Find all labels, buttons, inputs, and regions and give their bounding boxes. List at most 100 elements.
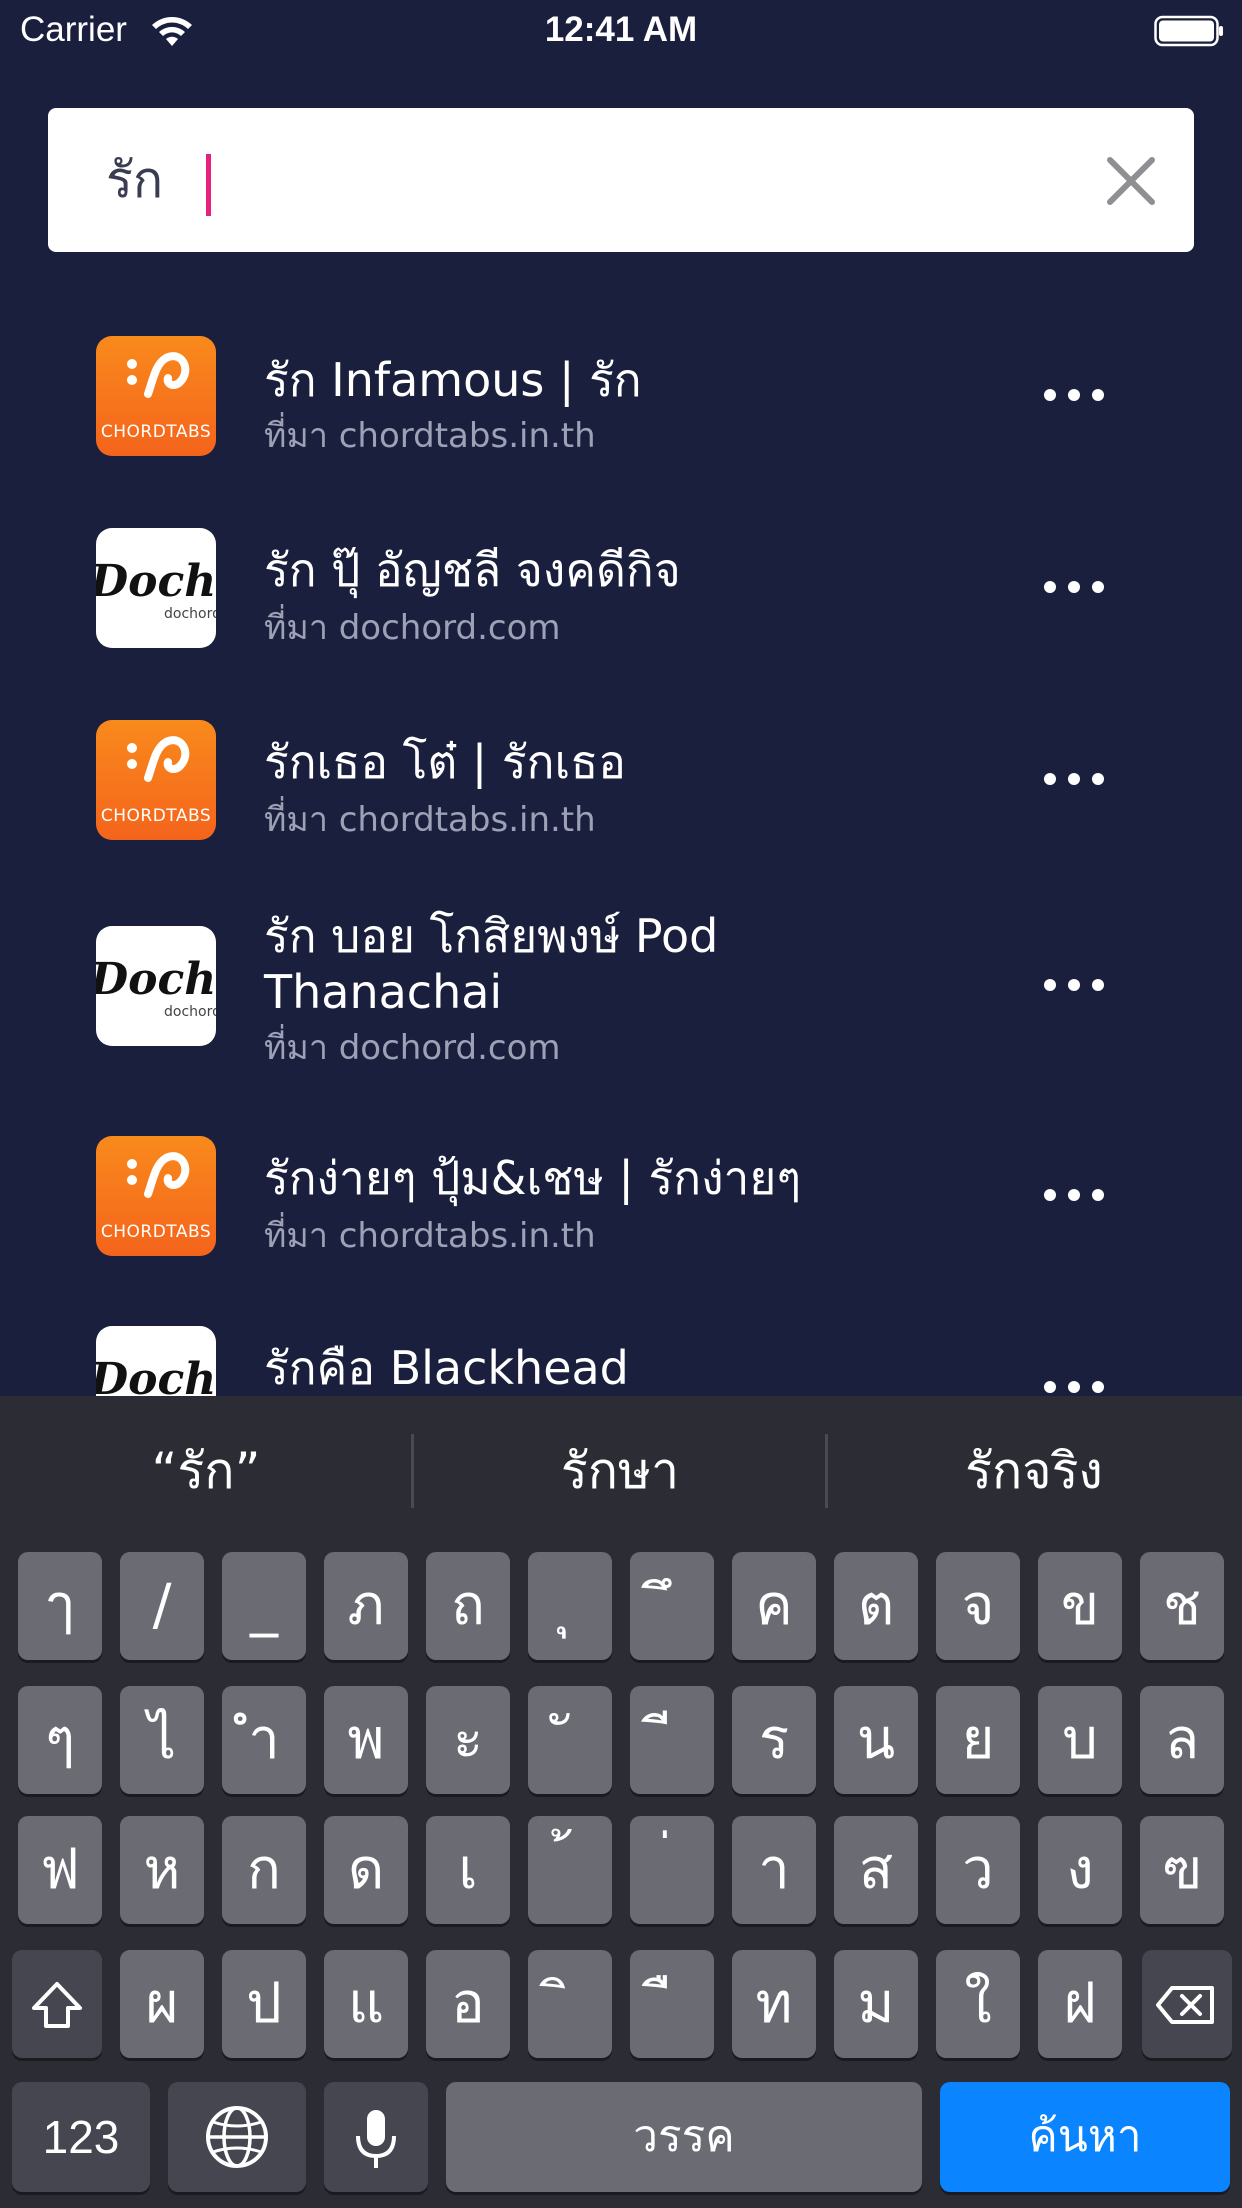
key-3-5[interactable]: เ [426, 1816, 510, 1924]
status-bar: Carrier 12:41 AM [0, 0, 1242, 64]
key-2-2[interactable]: ไ [120, 1686, 204, 1794]
key-2-5[interactable]: ะ [426, 1686, 510, 1794]
key-1-12[interactable]: ช [1140, 1552, 1224, 1660]
key-3-9[interactable]: ส [834, 1816, 918, 1924]
numbers-key[interactable]: 123 [12, 2082, 150, 2192]
more-options-icon[interactable] [1044, 970, 1104, 1000]
key-4-6[interactable]: ื [630, 1950, 714, 2058]
key-3-10[interactable]: ว [936, 1816, 1020, 1924]
bass-clef-icon [127, 1152, 190, 1198]
microphone-key[interactable] [324, 2082, 428, 2192]
list-item[interactable]: Dochord dochord รักคือ Blackhead [0, 1304, 1242, 1396]
svg-text:dochord: dochord [164, 606, 216, 622]
more-options-icon[interactable] [1044, 764, 1104, 794]
delete-key[interactable] [1142, 1950, 1232, 2058]
key-2-11[interactable]: บ [1038, 1686, 1122, 1794]
chordtabs-logo: CHORDTABS [96, 720, 216, 840]
key-3-11[interactable]: ง [1038, 1816, 1122, 1924]
result-title: รัก ปุ๊ อัญชลี จงคดีกิจ [264, 543, 681, 597]
key-4-4[interactable]: อ [426, 1950, 510, 2058]
key-4-3[interactable]: แ [324, 1950, 408, 2058]
suggestion-item[interactable]: “รัก” [0, 1396, 412, 1546]
key-1-2[interactable]: / [120, 1552, 204, 1660]
more-options-icon[interactable] [1044, 1180, 1104, 1210]
search-input[interactable] [106, 108, 1066, 252]
key-1-3[interactable]: _ [222, 1552, 306, 1660]
key-4-8[interactable]: ม [834, 1950, 918, 2058]
key-4-7[interactable]: ท [732, 1950, 816, 2058]
result-source: ที่มา chordtabs.in.th [264, 800, 596, 840]
key-3-12[interactable]: ฃ [1140, 1816, 1224, 1924]
key-2-1[interactable]: ๆ [18, 1686, 102, 1794]
key-1-1[interactable]: ๅ [18, 1552, 102, 1660]
shift-key[interactable] [12, 1950, 102, 2058]
result-title: รักเธอ โต๋ | รักเธอ [264, 735, 626, 789]
chordtabs-logo: CHORDTABS [96, 1136, 216, 1256]
result-title: รัก Infamous | รัก [264, 353, 642, 407]
result-title: รักง่ายๆ ปุ้ม&เชษ | รักง่ายๆ [264, 1151, 802, 1205]
globe-key[interactable] [168, 2082, 306, 2192]
space-key[interactable]: วรรค [446, 2082, 922, 2192]
key-3-3[interactable]: ก [222, 1816, 306, 1924]
key-1-11[interactable]: ข [1038, 1552, 1122, 1660]
suggestion-item[interactable]: รักจริง [828, 1396, 1240, 1546]
key-3-4[interactable]: ด [324, 1816, 408, 1924]
key-3-6[interactable]: ้ [528, 1816, 612, 1924]
key-2-9[interactable]: น [834, 1686, 918, 1794]
key-4-10[interactable]: ฝ [1038, 1950, 1122, 2058]
key-2-3[interactable]: ำ [222, 1686, 306, 1794]
list-item[interactable]: Dochord dochord รัก ปุ๊ อัญชลี จงคดีกิจ … [0, 490, 1242, 682]
list-item[interactable]: CHORDTABS รัก Infamous | รัก ที่มา chord… [0, 300, 1242, 490]
delete-icon [1156, 1986, 1214, 2024]
list-item[interactable]: Dochord dochord รัก บอย โกสิยพงษ์ Pod Th… [0, 874, 1242, 1110]
dochord-logo-mark: Dochord dochord [96, 954, 216, 1020]
key-1-5[interactable]: ถ [426, 1552, 510, 1660]
suggestion-item[interactable]: รักษา [414, 1396, 826, 1546]
key-4-1[interactable]: ผ [120, 1950, 204, 2058]
result-title: รัก บอย โกสิยพงษ์ Pod Thanachai [264, 909, 719, 1019]
text-caret [206, 154, 211, 216]
key-1-4[interactable]: ภ [324, 1552, 408, 1660]
key-3-2[interactable]: ห [120, 1816, 204, 1924]
key-2-4[interactable]: พ [324, 1686, 408, 1794]
key-1-8[interactable]: ค [732, 1552, 816, 1660]
battery-icon [1154, 15, 1223, 47]
key-2-8[interactable]: ร [732, 1686, 816, 1794]
key-1-7[interactable]: ึ [630, 1552, 714, 1660]
more-options-icon[interactable] [1044, 1372, 1104, 1396]
more-options-icon[interactable] [1044, 572, 1104, 602]
search-bar [48, 108, 1194, 252]
list-item[interactable]: CHORDTABS รักเธอ โต๋ | รักเธอ ที่มา chor… [0, 682, 1242, 874]
clock: 12:41 AM [544, 10, 698, 49]
svg-text:Dochord: Dochord [96, 556, 216, 607]
dochord-logo: Dochord dochord [96, 1326, 216, 1396]
key-1-9[interactable]: ต [834, 1552, 918, 1660]
key-4-2[interactable]: ป [222, 1950, 306, 2058]
globe-icon [206, 2106, 268, 2168]
suggestion-bar: “รัก” รักษา รักจริง [0, 1396, 1242, 1546]
svg-text:Dochord: Dochord [96, 1354, 216, 1396]
key-2-6[interactable]: ั [528, 1686, 612, 1794]
result-source: ที่มา dochord.com [264, 1028, 561, 1068]
more-options-icon[interactable] [1044, 380, 1104, 410]
key-2-10[interactable]: ย [936, 1686, 1020, 1794]
key-3-8[interactable]: า [732, 1816, 816, 1924]
key-2-7[interactable]: ี [630, 1686, 714, 1794]
microphone-icon [356, 2110, 396, 2168]
key-1-6[interactable]: ุ [528, 1552, 612, 1660]
key-2-12[interactable]: ล [1140, 1686, 1224, 1794]
key-3-1[interactable]: ฟ [18, 1816, 102, 1924]
dochord-logo-mark: Dochord dochord [96, 556, 216, 622]
key-1-10[interactable]: จ [936, 1552, 1020, 1660]
svg-text:Dochord: Dochord [96, 954, 216, 1005]
dochord-logo: Dochord dochord [96, 528, 216, 648]
shift-icon [32, 1982, 82, 2028]
key-4-5[interactable]: ิ [528, 1950, 612, 2058]
key-4-9[interactable]: ใ [936, 1950, 1020, 2058]
result-source: ที่มา chordtabs.in.th [264, 416, 596, 456]
list-item[interactable]: CHORDTABS รักง่ายๆ ปุ้ม&เชษ | รักง่ายๆ ท… [0, 1110, 1242, 1304]
key-3-7[interactable]: ่ [630, 1816, 714, 1924]
bass-clef-icon [127, 352, 190, 398]
search-key[interactable]: ค้นหา [940, 2082, 1230, 2192]
close-icon[interactable] [1096, 146, 1166, 216]
